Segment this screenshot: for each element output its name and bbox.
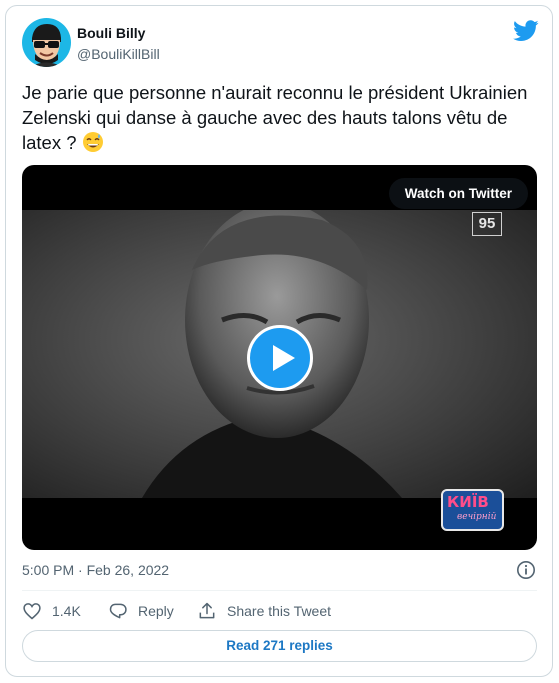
reply-label: Reply <box>138 603 174 619</box>
kyiv-logo-subtitle: вечірній <box>457 512 497 522</box>
cartoon-avatar-sunglasses-icon <box>30 24 63 67</box>
grinning-face-with-sweat-icon <box>82 131 104 153</box>
share-label: Share this Tweet <box>227 603 332 619</box>
tweet-text: Je parie que personne n'aurait reconnu l… <box>22 80 532 155</box>
user-handle[interactable]: @BouliKillBill <box>77 46 160 62</box>
like-button[interactable]: 1.4K <box>22 600 81 622</box>
user-display-name[interactable]: Bouli Billy <box>77 25 145 41</box>
channel-badge: 95 <box>472 212 502 236</box>
avatar[interactable] <box>22 18 71 67</box>
tweet-timestamp[interactable]: 5:00 PM · Feb 26, 2022 <box>22 562 169 578</box>
info-icon[interactable] <box>516 560 536 580</box>
heart-icon <box>23 603 41 620</box>
watch-on-twitter-button[interactable]: Watch on Twitter <box>388 178 528 209</box>
kyiv-logo-text: КИЇВ <box>447 493 489 511</box>
like-count: 1.4K <box>52 603 81 619</box>
reply-button[interactable]: Reply <box>108 600 174 622</box>
read-replies-button[interactable]: Read 271 replies <box>22 630 537 662</box>
play-icon <box>273 345 295 371</box>
share-icon <box>199 602 215 619</box>
play-button[interactable] <box>247 325 313 391</box>
divider <box>22 590 537 591</box>
reply-bubble-icon <box>109 603 127 619</box>
kyiv-logo: КИЇВ вечірній <box>441 489 504 531</box>
twitter-bird-icon[interactable] <box>513 20 539 42</box>
share-button[interactable]: Share this Tweet <box>197 600 331 622</box>
